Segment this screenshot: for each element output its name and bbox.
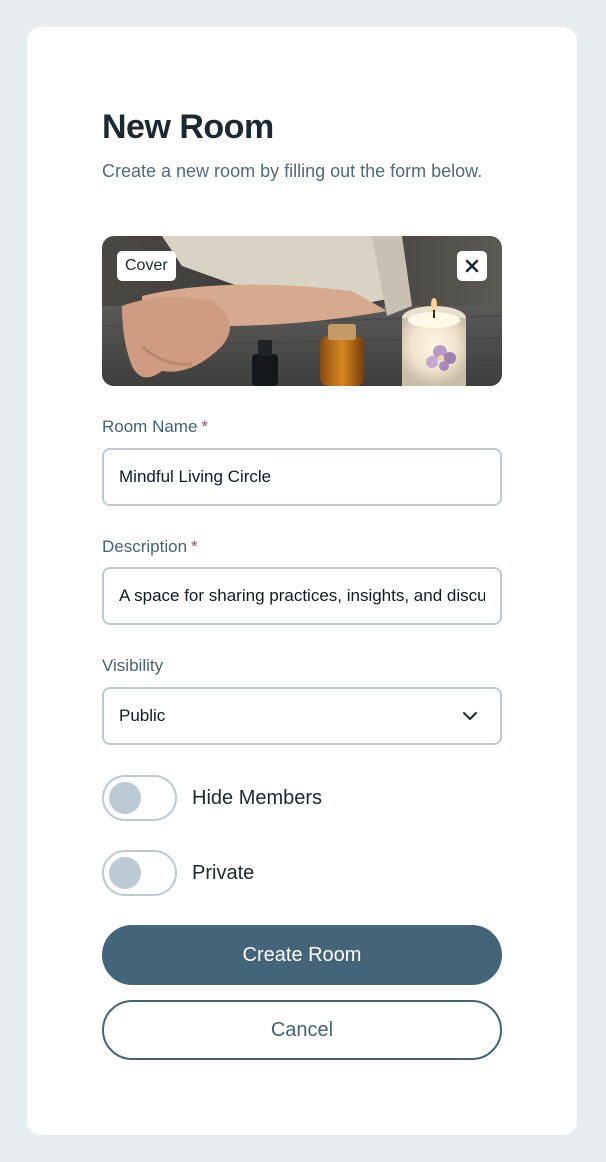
hide-members-toggle[interactable] — [102, 775, 177, 821]
visibility-value: Public — [119, 706, 166, 725]
room-name-value: Mindful Living Circle — [119, 467, 272, 486]
visibility-label: Visibility — [102, 656, 164, 675]
room-name-label-text: Room Name — [102, 417, 198, 436]
page-title: New Room — [102, 108, 274, 146]
hide-members-label: Hide Members — [192, 786, 323, 809]
description-value: A space for sharing practices, insights,… — [119, 586, 485, 605]
private-toggle[interactable] — [102, 850, 177, 896]
close-icon — [465, 259, 479, 273]
room-name-input[interactable]: Mindful Living Circle — [102, 448, 502, 506]
create-room-button[interactable]: Create Room — [102, 925, 502, 985]
description-label-text: Description — [102, 537, 188, 556]
hide-members-row: Hide Members — [102, 775, 322, 821]
cover-image[interactable]: Cover — [102, 236, 502, 386]
chevron-down-icon — [463, 712, 477, 720]
required-mark: * — [201, 417, 209, 436]
toggle-knob — [109, 857, 141, 889]
private-label: Private — [192, 861, 255, 884]
room-name-label: Room Name * — [102, 417, 208, 437]
page-subtitle: Create a new room by filling out the for… — [102, 161, 483, 181]
cover-badge: Cover — [117, 251, 176, 281]
toggle-knob — [109, 782, 141, 814]
description-input[interactable]: A space for sharing practices, insights,… — [102, 567, 502, 625]
description-label: Description * — [102, 537, 198, 557]
remove-cover-button[interactable] — [457, 251, 487, 281]
visibility-select[interactable]: Public — [102, 687, 502, 745]
cancel-button[interactable]: Cancel — [102, 1000, 502, 1060]
required-mark: * — [191, 537, 198, 556]
private-row: Private — [102, 850, 254, 896]
